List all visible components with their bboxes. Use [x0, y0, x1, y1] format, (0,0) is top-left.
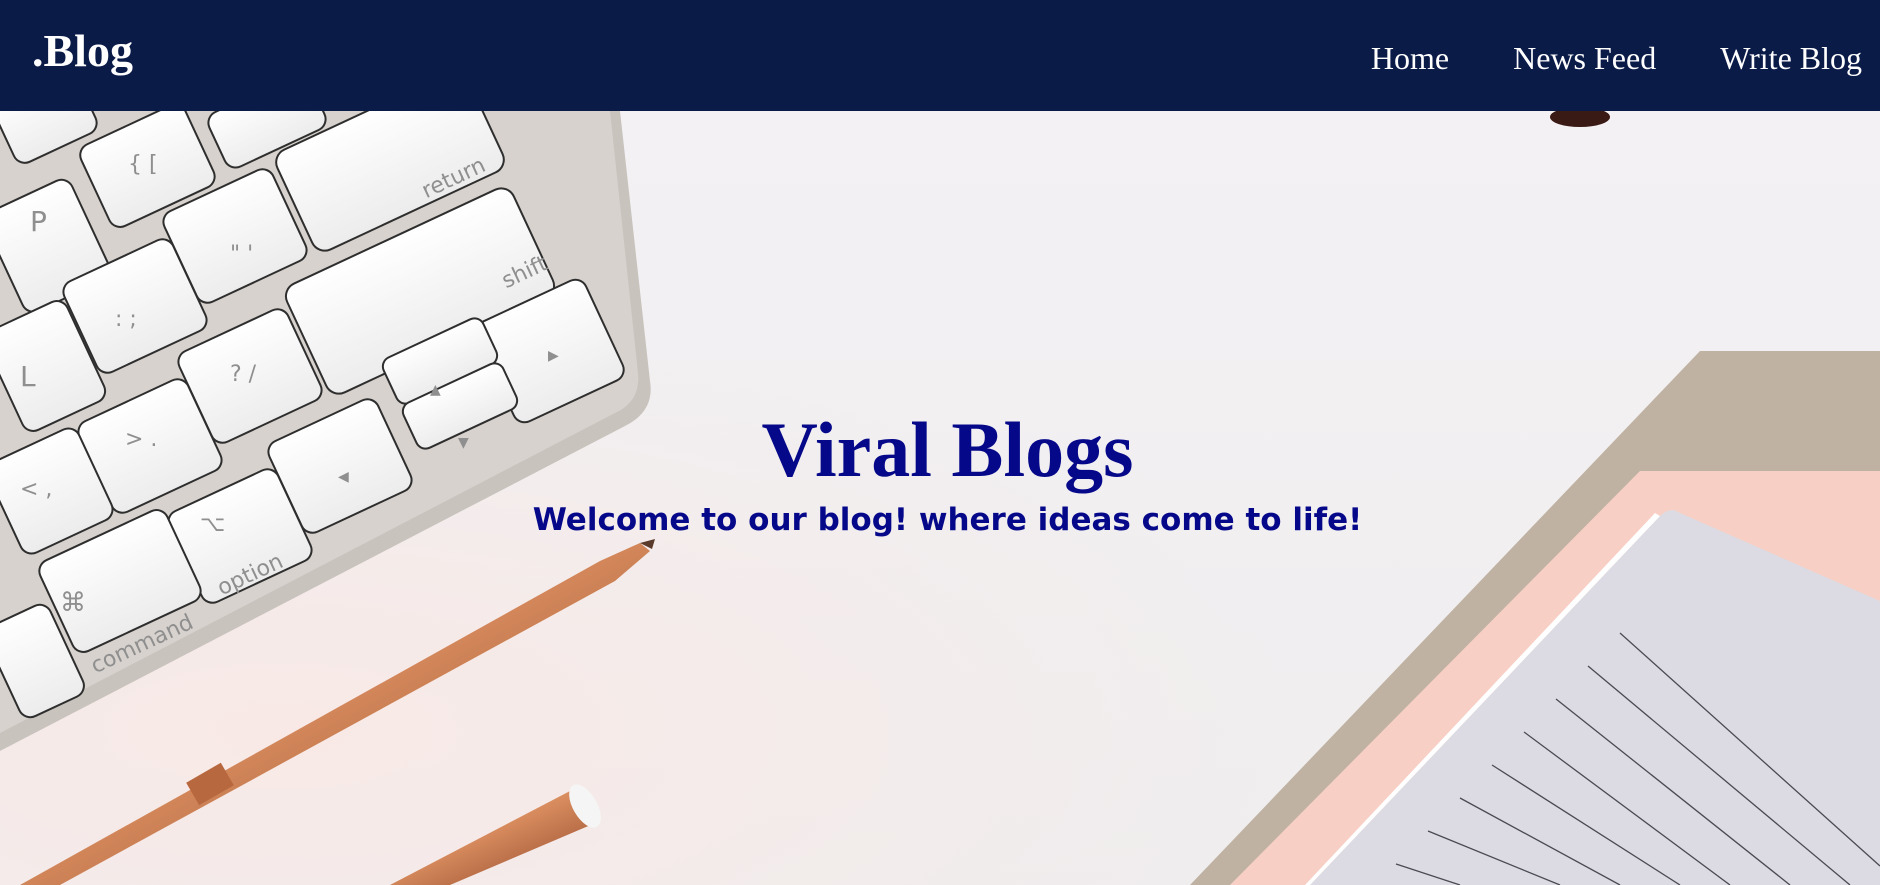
key-brace: { [: [128, 152, 158, 177]
key-arrow-up: ▲: [430, 382, 441, 398]
nav-link-write-blog[interactable]: Write Blog: [1720, 38, 1862, 78]
key-p: P: [30, 205, 47, 238]
decor-object: [1550, 111, 1610, 127]
hero-background-image: { [ " ' : ; ? / < , > . P L return shift…: [0, 111, 1880, 885]
nav-link-news-feed[interactable]: News Feed: [1513, 38, 1656, 78]
brand-logo[interactable]: .Blog: [32, 26, 133, 76]
hero-subtitle: Welcome to our blog! where ideas come to…: [532, 502, 1363, 538]
top-navbar: .Blog Home News Feed Write Blog: [0, 0, 1880, 111]
pen-cap-illustration: [390, 784, 601, 885]
nav-links: Home News Feed Write Blog: [1371, 38, 1862, 78]
hero-section: { [ " ' : ; ? / < , > . P L return shift…: [0, 111, 1880, 885]
key-l: L: [20, 360, 36, 393]
key-question: ? /: [230, 362, 257, 387]
command-symbol: ⌘: [60, 588, 86, 618]
key-colon: : ;: [115, 307, 137, 332]
key-arrow-right: ▶: [548, 348, 559, 364]
hero-title: Viral Blogs: [761, 406, 1134, 493]
nav-link-home[interactable]: Home: [1371, 38, 1449, 78]
key-quote: " ': [230, 242, 253, 267]
